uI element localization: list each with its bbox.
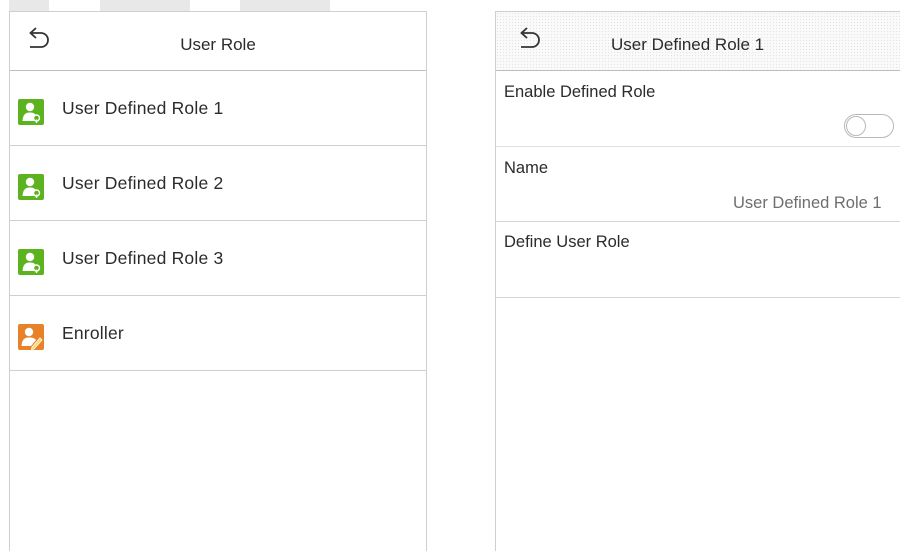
- background-strip-3: [240, 0, 330, 11]
- user-edit-icon: [18, 324, 44, 350]
- user-role-screen: User Role User Defined Role 1 User Defin…: [9, 11, 427, 551]
- role-label: Enroller: [62, 323, 124, 343]
- role-item-user-defined-3[interactable]: User Defined Role 3: [10, 221, 426, 296]
- page-title: User Role: [180, 35, 256, 54]
- define-user-role-row[interactable]: Define User Role: [496, 222, 900, 298]
- name-label: Name: [504, 159, 549, 177]
- user-key-icon: [18, 249, 44, 275]
- background-strip-2: [100, 0, 190, 11]
- name-row[interactable]: Name User Defined Role 1: [496, 147, 900, 222]
- role-label: User Defined Role 1: [62, 98, 224, 118]
- user-key-icon: [18, 174, 44, 200]
- role-label: User Defined Role 3: [62, 248, 224, 268]
- user-key-icon: [18, 99, 44, 125]
- role-item-user-defined-1[interactable]: User Defined Role 1: [10, 71, 426, 146]
- user-defined-role-screen: User Defined Role 1 Enable Defined Role …: [495, 11, 900, 551]
- background-strip-1: [9, 0, 49, 11]
- enable-defined-role-label: Enable Defined Role: [504, 83, 656, 101]
- define-user-role-label: Define User Role: [504, 233, 630, 251]
- role-item-user-defined-2[interactable]: User Defined Role 2: [10, 146, 426, 221]
- name-value: User Defined Role 1: [733, 194, 882, 212]
- role-label: User Defined Role 2: [62, 173, 224, 193]
- enable-defined-role-row: Enable Defined Role: [496, 71, 900, 147]
- enable-defined-role-toggle[interactable]: [844, 114, 894, 138]
- page-title: User Defined Role 1: [611, 35, 765, 54]
- role-item-enroller[interactable]: Enroller: [10, 296, 426, 371]
- user-defined-role-header: User Defined Role 1: [496, 12, 900, 71]
- toggle-knob: [846, 116, 866, 136]
- user-role-header: User Role: [10, 12, 426, 71]
- back-button[interactable]: [513, 27, 545, 53]
- undo-arrow-icon: [520, 27, 540, 48]
